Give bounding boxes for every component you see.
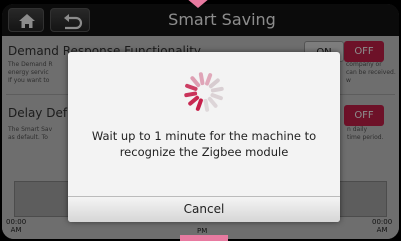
dialog-message: Wait up to 1 minute for the machine to r…	[91, 129, 317, 159]
cancel-button[interactable]: Cancel	[68, 196, 340, 222]
zigbee-wait-dialog: Wait up to 1 minute for the machine to r…	[68, 52, 340, 222]
top-pointer-indicator	[186, 0, 210, 8]
screen: Smart Saving Demand Response Functionali…	[0, 0, 401, 241]
app-frame: Smart Saving Demand Response Functionali…	[2, 4, 399, 239]
loading-spinner-icon	[184, 72, 224, 112]
bottom-indicator-bar	[180, 235, 228, 241]
